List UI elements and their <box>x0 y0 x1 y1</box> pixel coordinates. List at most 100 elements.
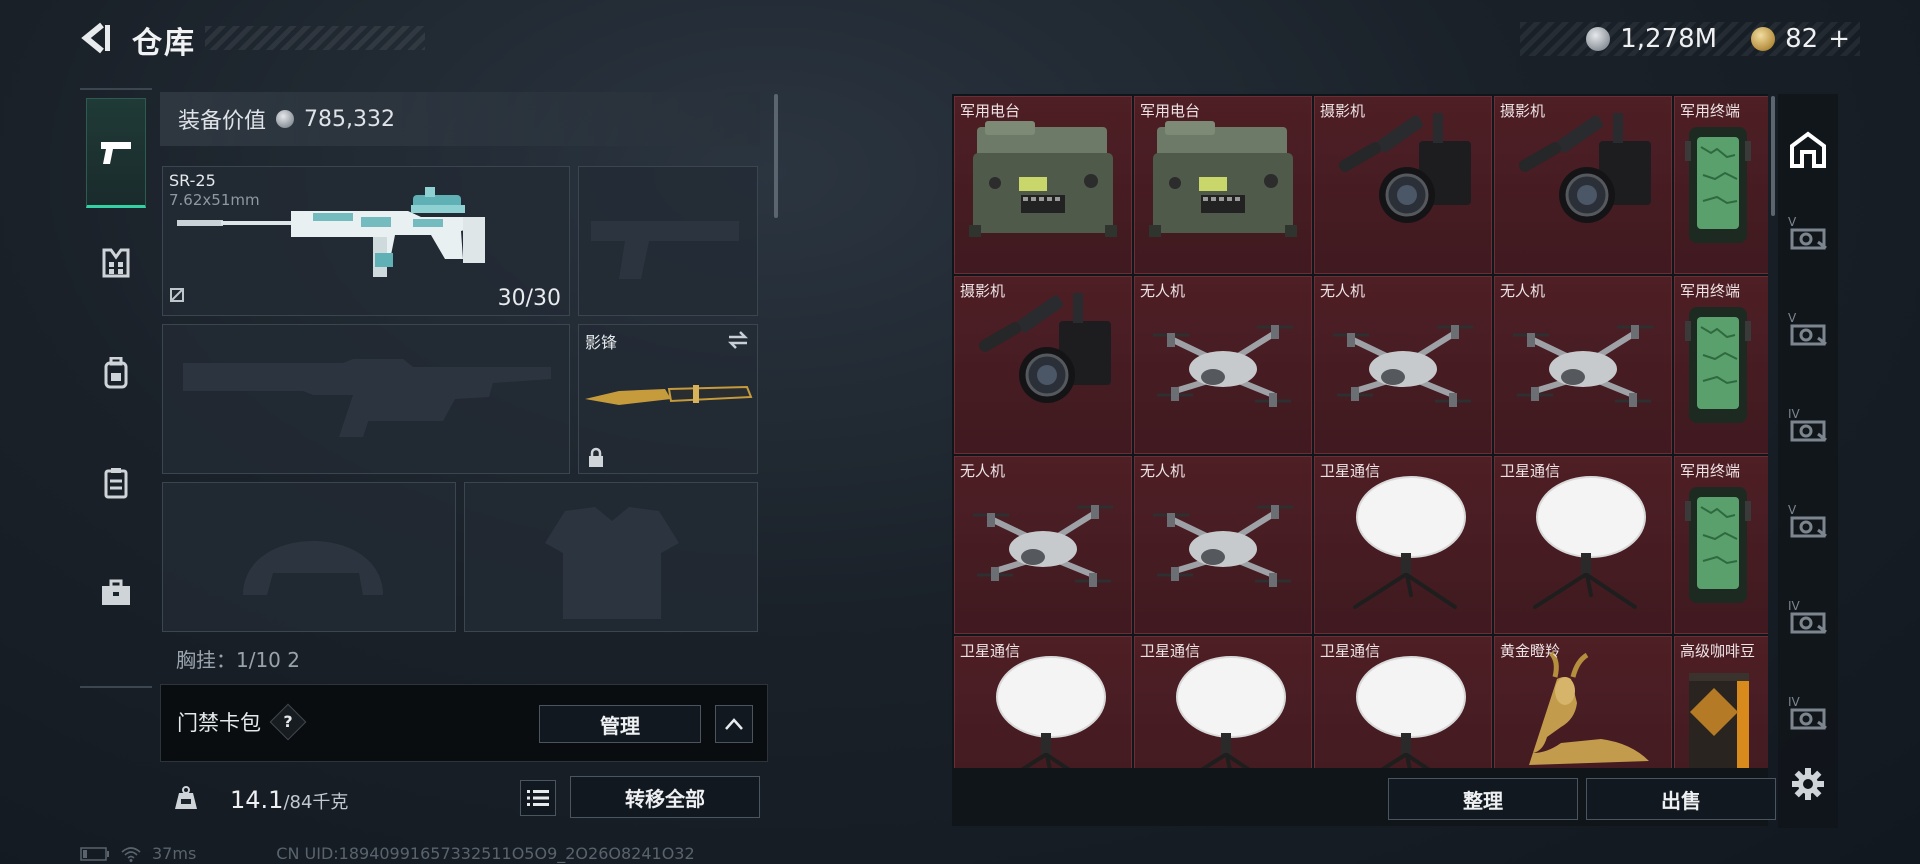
tab-tier-3[interactable]: V <box>1784 492 1832 552</box>
storage-item[interactable]: 军用电台 <box>954 96 1132 274</box>
item-label: 军用电台 <box>960 102 1021 120</box>
tab-tier-5[interactable]: IV <box>1784 684 1832 744</box>
storage-item[interactable]: 摄影机 <box>1314 96 1492 274</box>
svg-text:IV: IV <box>1788 599 1801 613</box>
equipment-value: 785,332 <box>304 106 395 132</box>
tier-iv-icon: IV <box>1788 695 1827 730</box>
storage-item[interactable]: 摄影机 <box>1494 96 1672 274</box>
helmet-slot[interactable] <box>162 482 456 632</box>
silver-balance: 1,278M <box>1620 24 1718 54</box>
weight-icon <box>166 778 206 818</box>
storage-item[interactable]: 军用终端 <box>1674 456 1768 634</box>
item-label: 卫星通信 <box>1500 462 1561 480</box>
silver-coin-icon <box>276 110 295 128</box>
ping-value: 37ms <box>152 844 197 863</box>
storage-item[interactable]: 高级咖啡豆 <box>1674 636 1768 768</box>
item-label: 卫星通信 <box>1140 642 1201 660</box>
item-label: 无人机 <box>960 462 1006 480</box>
tab-tier-0[interactable]: V <box>1784 204 1832 264</box>
tab-tier-4[interactable]: IV <box>1784 588 1832 648</box>
user-uid: CN UID:18940991657332511O5O9_2O26O8241O3… <box>276 844 695 863</box>
silver-coin-icon <box>1586 27 1611 51</box>
melee-slot[interactable]: 影锋 <box>578 324 758 474</box>
storage-item[interactable]: 军用电台 <box>1134 96 1312 274</box>
weight-max: /84千克 <box>283 792 349 813</box>
body-armor-slot[interactable] <box>464 482 758 632</box>
manage-button[interactable]: 管理 <box>539 705 701 743</box>
settings-button[interactable] <box>1784 754 1832 814</box>
storage-item[interactable]: 无人机 <box>1134 456 1312 634</box>
backpack-icon <box>104 357 128 389</box>
item-label: 军用终端 <box>1680 462 1741 480</box>
case-icon <box>102 579 130 605</box>
storage-item[interactable]: 军用终端 <box>1674 96 1768 274</box>
ammo-count: 30/30 <box>497 286 561 311</box>
tab-tier-2[interactable]: IV <box>1784 396 1832 456</box>
storage-grid: 军用电台 军用电台 摄影机 摄影机 军用终端 摄影机 无人机 无人机 无人机 军… <box>954 96 1768 768</box>
storage-actions: 整理 出售 <box>952 770 1776 826</box>
chevron-up-icon <box>725 718 743 730</box>
item-label: 卫星通信 <box>1320 642 1381 660</box>
storage-item[interactable]: 卫星通信 <box>1314 456 1492 634</box>
weight-readout: 14.1/84千克 <box>230 786 348 814</box>
storage-item[interactable]: 卫星通信 <box>1134 636 1312 768</box>
keycard-wallet-bar: 门禁卡包 ? 管理 <box>160 684 768 762</box>
item-label: 军用终端 <box>1680 282 1741 300</box>
loadout-scrollbar[interactable] <box>774 94 778 218</box>
secondary-weapon-slot[interactable] <box>162 324 570 474</box>
gear-icon <box>1792 768 1824 800</box>
page-title: 仓库 <box>132 26 196 61</box>
storage-item[interactable]: 黄金瞪羚 <box>1494 636 1672 768</box>
storage-item[interactable]: 摄影机 <box>954 276 1132 454</box>
storage-item[interactable]: 卫星通信 <box>1494 456 1672 634</box>
storage-item[interactable]: 军用终端 <box>1674 276 1768 454</box>
weight-current: 14.1 <box>230 786 284 814</box>
transfer-all-button[interactable]: 转移全部 <box>570 776 760 818</box>
vest-icon <box>102 248 130 278</box>
sell-button[interactable]: 出售 <box>1586 778 1776 820</box>
storage-item[interactable]: 无人机 <box>954 456 1132 634</box>
nav-case[interactable] <box>86 538 146 648</box>
pistol-silhouette-icon <box>591 221 739 279</box>
storage-scrollbar[interactable] <box>1771 96 1775 216</box>
pistol-icon <box>101 142 131 164</box>
nav-backpack[interactable] <box>86 318 146 428</box>
rig-icon <box>104 468 128 499</box>
armor-silhouette-icon <box>545 507 679 619</box>
sort-button[interactable]: 整理 <box>1388 778 1578 820</box>
tab-warehouse[interactable] <box>1784 120 1832 180</box>
item-label: 卫星通信 <box>960 642 1021 660</box>
wifi-icon <box>121 846 141 862</box>
item-label: 黄金瞪羚 <box>1500 642 1561 660</box>
sidearm-slot[interactable] <box>578 166 758 316</box>
storage-item[interactable]: 卫星通信 <box>954 636 1132 768</box>
svg-text:V: V <box>1788 311 1797 325</box>
tab-tier-1[interactable]: V <box>1784 300 1832 360</box>
storage-item[interactable]: 无人机 <box>1494 276 1672 454</box>
item-label: 卫星通信 <box>1320 462 1381 480</box>
chest-rig-capacity: 胸挂：1/10 2 <box>176 648 300 672</box>
nav-weapons[interactable] <box>86 98 146 208</box>
item-label: 无人机 <box>1320 282 1366 300</box>
item-label: 无人机 <box>1140 462 1186 480</box>
help-icon[interactable]: ? <box>269 703 307 741</box>
storage-tabs: V V IV V IV IV <box>1778 94 1838 828</box>
nav-chest-rig[interactable] <box>86 428 146 538</box>
svg-text:V: V <box>1788 503 1797 517</box>
helmet-silhouette-icon <box>243 541 383 595</box>
back-button[interactable] <box>78 20 114 56</box>
status-line: 37ms CN UID:18940991657332511O5O9_2O26O8… <box>80 844 695 863</box>
primary-weapon-slot[interactable]: SR-25 7.62x51mm 30/30 <box>162 166 570 316</box>
tier-v-icon: V <box>1788 215 1827 250</box>
tier-iv-icon: IV <box>1788 599 1827 634</box>
storage-item[interactable]: 卫星通信 <box>1314 636 1492 768</box>
expand-button[interactable] <box>715 705 753 743</box>
svg-text:V: V <box>1788 215 1797 229</box>
storage-item[interactable]: 无人机 <box>1134 276 1312 454</box>
list-view-button[interactable] <box>520 780 556 816</box>
equipment-value-row: 装备价值 785,332 <box>160 92 760 146</box>
add-gold-button[interactable]: + <box>1828 24 1850 54</box>
item-label: 摄影机 <box>960 282 1006 300</box>
nav-armor[interactable] <box>86 208 146 318</box>
storage-item[interactable]: 无人机 <box>1314 276 1492 454</box>
